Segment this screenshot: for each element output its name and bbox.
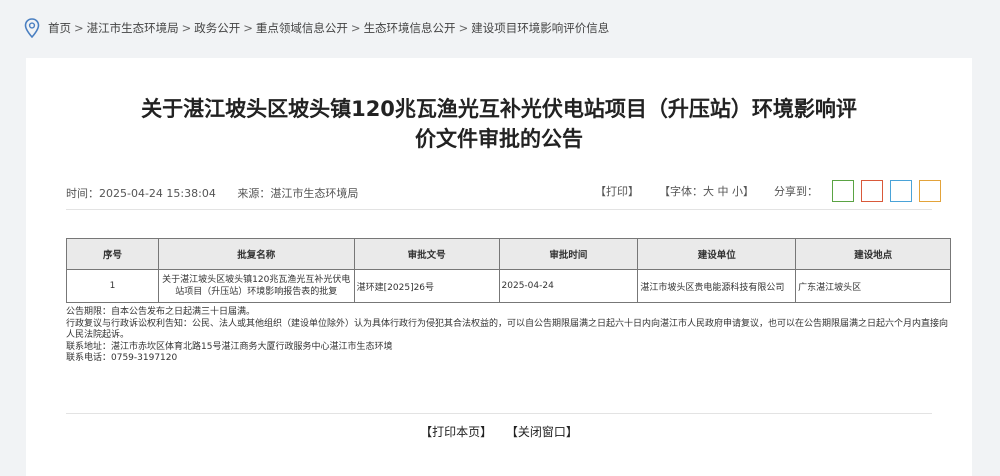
notice-phone: 联系电话：0759-3197120: [66, 353, 178, 363]
col-header-location: 建设地点: [795, 238, 951, 270]
location-pin-icon: [24, 18, 40, 38]
print-page-button[interactable]: 【打印本页】: [420, 425, 492, 439]
divider: [66, 209, 932, 210]
breadcrumb-eco-info[interactable]: 生态环境信息公开: [364, 20, 456, 36]
share-qzone-icon[interactable]: [919, 180, 941, 202]
footer-links: 【打印本页】 【关闭窗口】: [26, 423, 972, 440]
notice-rights: 行政复议与行政诉讼权利告知：公民、法人或其他组织（建设单位除外）认为具体行政行为…: [66, 318, 949, 341]
table-row: 1 关于湛江坡头区坡头镇120兆瓦渔光互补光伏电站项目（升压站）环境影响报告表的…: [66, 269, 951, 303]
col-header-doc: 审批文号: [353, 238, 500, 270]
share-wechat-icon[interactable]: [832, 180, 854, 202]
cell-name: 关于湛江坡头区坡头镇120兆瓦渔光互补光伏电站项目（升压站）环境影响报告表的批复: [157, 269, 355, 303]
title-line-2: 价文件审批的公告: [415, 127, 583, 151]
col-header-no: 序号: [66, 238, 159, 270]
cell-no: 1: [66, 269, 159, 303]
cell-doc: 湛环建[2025]26号: [353, 269, 500, 303]
font-size-control[interactable]: 【字体：大 中 小】: [659, 183, 754, 199]
breadcrumb-separator: >: [458, 21, 469, 35]
title-line-1: 关于湛江坡头区坡头镇120兆瓦渔光互补光伏电站项目（升压站）环境影响评: [141, 97, 857, 121]
breadcrumb-separator: >: [181, 21, 192, 35]
share-qq-icon[interactable]: [890, 180, 912, 202]
cell-unit: 湛江市坡头区贵电能源科技有限公司: [637, 269, 797, 303]
close-window-button[interactable]: 【关闭窗口】: [506, 425, 578, 439]
print-link[interactable]: 【打印】: [595, 183, 639, 199]
breadcrumb-separator: >: [350, 21, 361, 35]
breadcrumb-gov-affairs[interactable]: 政务公开: [194, 20, 240, 36]
page-title: 关于湛江坡头区坡头镇120兆瓦渔光互补光伏电站项目（升压站）环境影响评 价文件审…: [26, 94, 972, 154]
article-panel: 关于湛江坡头区坡头镇120兆瓦渔光互补光伏电站项目（升压站）环境影响评 价文件审…: [26, 58, 972, 476]
breadcrumb-key-areas[interactable]: 重点领域信息公开: [256, 20, 348, 36]
notice-address: 联系地址：湛江市赤坎区体育北路15号湛江商务大厦行政服务中心湛江市生态环境: [66, 341, 393, 352]
breadcrumb-home[interactable]: 首页: [48, 20, 71, 36]
table-header-row: 序号 批复名称 审批文号 审批时间 建设单位 建设地点: [66, 238, 951, 270]
share-weibo-icon[interactable]: [861, 180, 883, 202]
col-header-name: 批复名称: [157, 238, 355, 270]
breadcrumb-bureau[interactable]: 湛江市生态环境局: [87, 20, 179, 36]
cell-location: 广东湛江坡头区: [795, 269, 951, 303]
divider: [66, 413, 932, 414]
approval-table: 序号 批复名称 审批文号 审批时间 建设单位 建设地点 1 关于湛江坡头区坡头镇…: [66, 238, 951, 303]
share-label: 分享到：: [774, 185, 818, 198]
breadcrumb-eia-info[interactable]: 建设项目环境影响评价信息: [471, 20, 609, 36]
notice-block: 公告期限：自本公告发布之日起满三十日届满。 行政复议与行政诉讼权利告知：公民、法…: [66, 307, 956, 365]
notice-period: 公告期限：自本公告发布之日起满三十日届满。: [66, 307, 256, 317]
breadcrumb-separator: >: [243, 21, 253, 35]
col-header-time: 审批时间: [498, 238, 639, 270]
breadcrumb: 首页 > 湛江市生态环境局 > 政务公开 > 重点领域信息公开 > 生态环境信息…: [0, 0, 1000, 56]
article-tools: 【打印】 【字体：大 中 小】 分享到：: [595, 180, 948, 202]
publish-source: 来源：湛江市生态环境局: [237, 187, 359, 200]
cell-time: 2025-04-24: [498, 269, 639, 303]
publish-time: 时间：2025-04-24 15:38:04: [66, 187, 216, 200]
col-header-unit: 建设单位: [637, 238, 797, 270]
article-meta: 时间：2025-04-24 15:38:04 来源：湛江市生态环境局: [66, 185, 376, 201]
breadcrumb-separator: >: [74, 21, 84, 35]
